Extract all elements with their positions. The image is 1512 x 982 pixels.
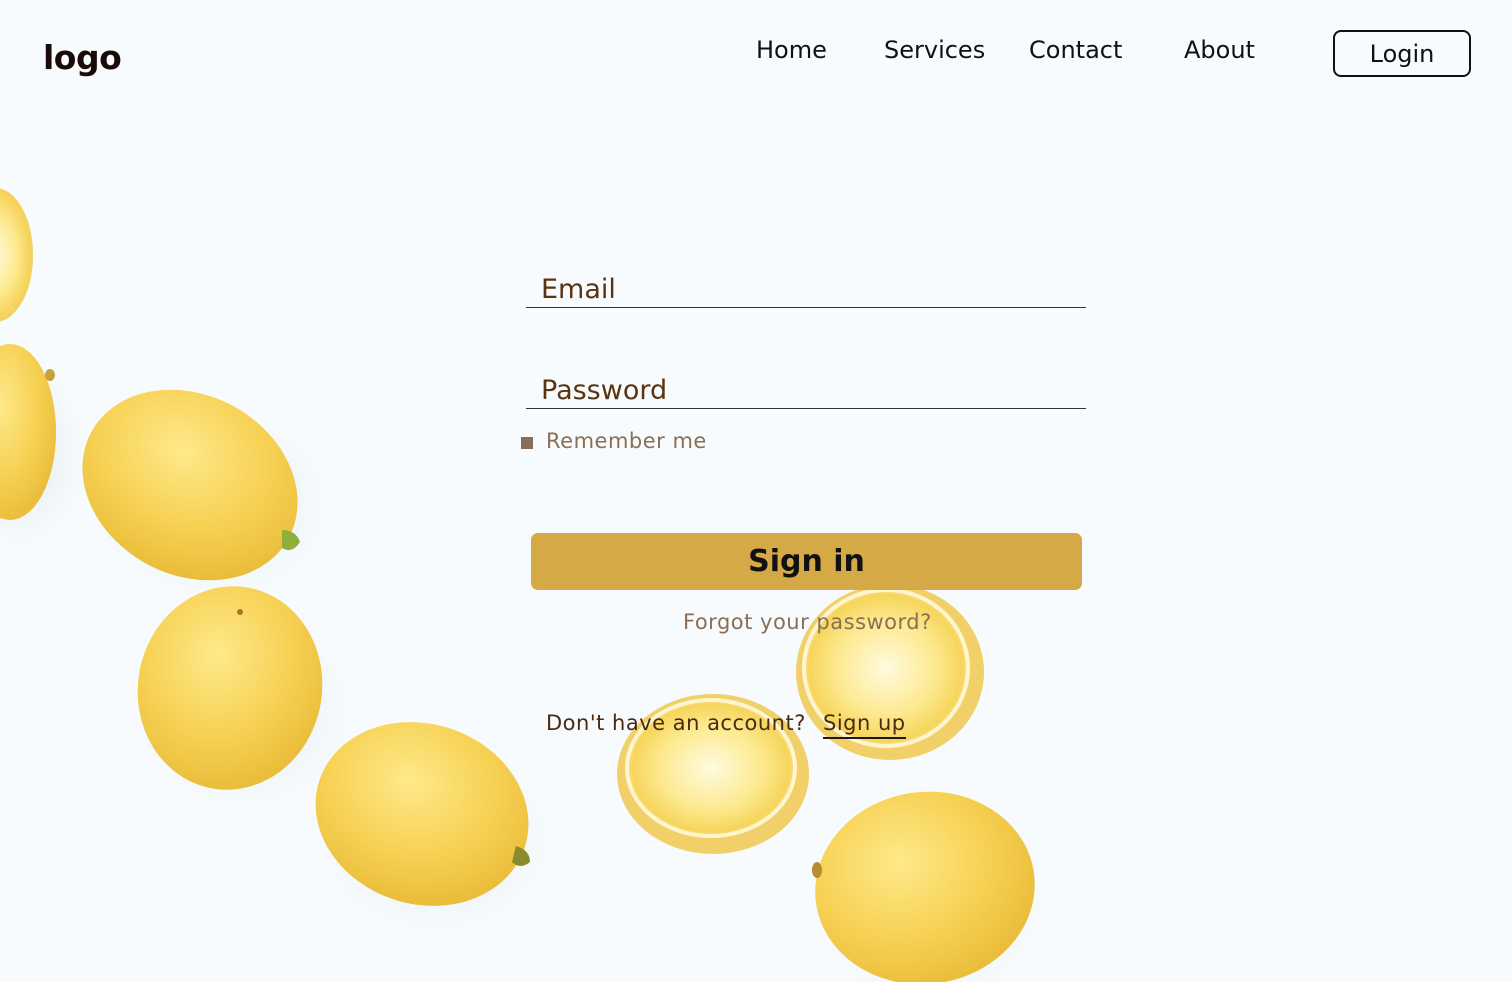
nav-contact-link[interactable]: Contact	[1029, 36, 1122, 64]
nav-home-link[interactable]: Home	[756, 36, 827, 64]
email-underline	[526, 307, 1086, 308]
password-underline	[526, 408, 1086, 409]
forgot-password-link[interactable]: Forgot your password?	[683, 610, 932, 634]
email-field[interactable]	[526, 266, 1090, 310]
top-nav-bar: logo Home Services Contact About Login	[0, 0, 1512, 100]
password-field[interactable]	[526, 367, 1090, 411]
lemons-background-image	[0, 188, 1045, 982]
site-logo[interactable]: logo	[43, 38, 122, 77]
sign-in-button[interactable]: Sign in	[531, 533, 1082, 590]
login-button[interactable]: Login	[1333, 30, 1471, 77]
nav-about-link[interactable]: About	[1184, 36, 1255, 64]
no-account-text: Don't have an account?	[546, 711, 806, 735]
sign-up-link[interactable]: Sign up	[823, 711, 906, 739]
remember-me-checkbox[interactable]	[521, 437, 533, 449]
nav-services-link[interactable]: Services	[884, 36, 985, 64]
remember-me-label[interactable]: Remember me	[546, 429, 707, 453]
